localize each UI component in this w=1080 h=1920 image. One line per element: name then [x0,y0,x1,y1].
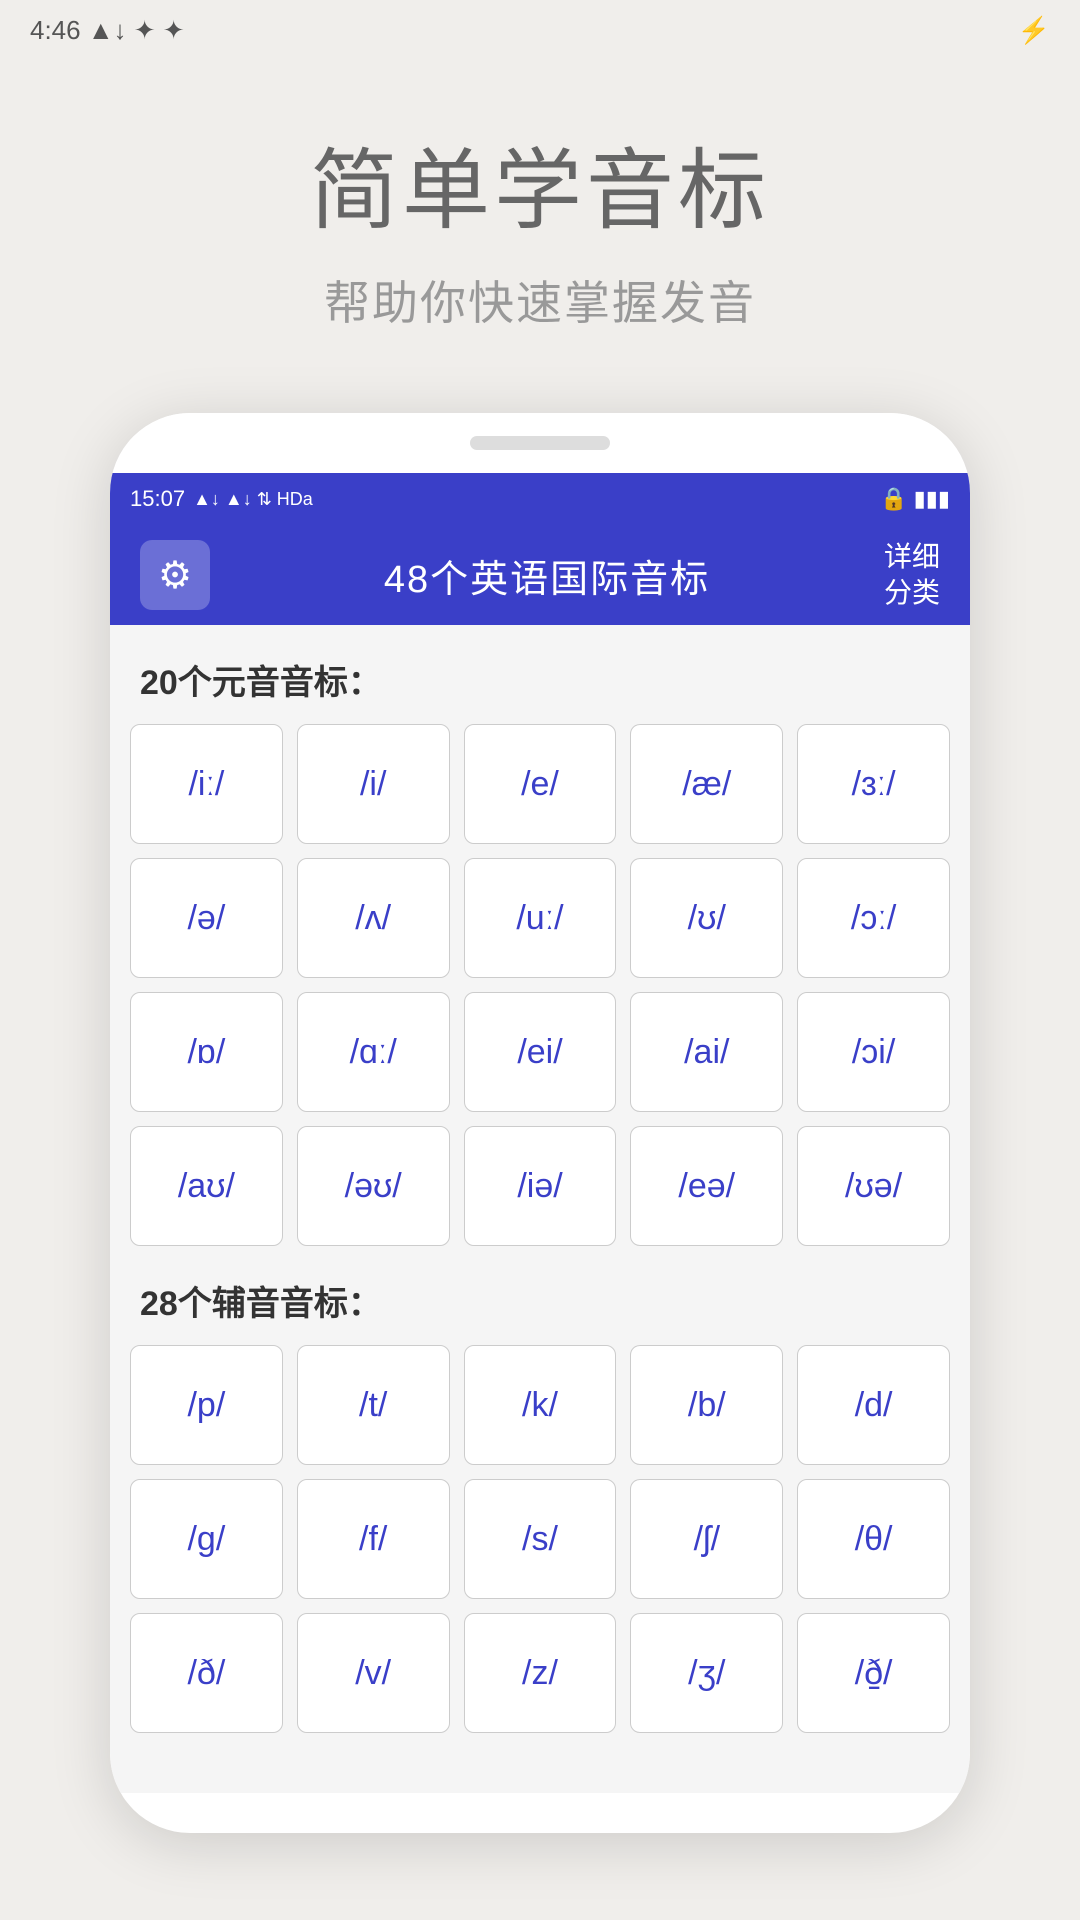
consonant-phonetic-btn[interactable]: /d/ [797,1345,950,1465]
app-status-icons: 🔒 ▮▮▮ [880,486,950,512]
phone-mockup: 15:07 ▲↓ ▲↓ ⇅ HDa 🔒 ▮▮▮ ⚙ 48个英语国际音标 详细 分… [110,413,970,1833]
consonant-section-title: 28个辅音音标： [130,1276,950,1325]
vowel-phonetic-btn[interactable]: /aʊ/ [130,1126,283,1246]
vowel-phonetic-btn[interactable]: /iə/ [464,1126,617,1246]
vowel-grid: /iː//i//e//æ//ɜː/ /ə//ʌ//uː//ʊ//ɔː/ /ɒ//ɑː… [130,724,950,1246]
vowel-phonetic-btn[interactable]: /ɔi/ [797,992,950,1112]
vowel-phonetic-btn[interactable]: /iː/ [130,724,283,844]
app-content: 20个元音音标： /iː//i//e//æ//ɜː//ə//ʌ//uː//ʊ//… [110,625,970,1793]
phone-top [110,413,970,473]
consonant-phonetic-btn[interactable]: /s/ [464,1479,617,1599]
consonant-phonetic-btn[interactable]: /ʒ/ [630,1613,783,1733]
consonant-phonetic-btn[interactable]: /ð/ [130,1613,283,1733]
vowel-phonetic-btn[interactable]: /ɔː/ [797,858,950,978]
vowel-phonetic-btn[interactable]: /eə/ [630,1126,783,1246]
vowel-phonetic-btn[interactable]: /ɜː/ [797,724,950,844]
vowel-phonetic-btn[interactable]: /æ/ [630,724,783,844]
vowel-phonetic-btn[interactable]: /əʊ/ [297,1126,450,1246]
app-status-bar: 15:07 ▲↓ ▲↓ ⇅ HDa 🔒 ▮▮▮ [110,473,970,525]
consonant-phonetic-btn[interactable]: /g/ [130,1479,283,1599]
app-main-title: 简单学音标 [310,120,770,247]
vowel-phonetic-btn[interactable]: /ɑː/ [297,992,450,1112]
vowel-phonetic-btn[interactable]: /ɒ/ [130,992,283,1112]
vowel-section-title: 20个元音音标： [130,655,950,704]
vowel-phonetic-btn[interactable]: /ai/ [630,992,783,1112]
phone-speaker [470,436,610,450]
vowel-phonetic-btn[interactable]: /ʌ/ [297,858,450,978]
consonant-phonetic-btn[interactable]: /v/ [297,1613,450,1733]
outer-status-left: 4:46 ▲↓ ✦ ✦ [30,15,185,46]
consonant-phonetic-btn[interactable]: /ʃ/ [630,1479,783,1599]
consonant-phonetic-btn[interactable]: /t/ [297,1345,450,1465]
consonant-phonetic-btn[interactable]: /z/ [464,1613,617,1733]
consonant-phonetic-btn[interactable]: /θ/ [797,1479,950,1599]
vowel-phonetic-btn[interactable]: /ʊ/ [630,858,783,978]
vowel-phonetic-btn[interactable]: /ə/ [130,858,283,978]
consonant-phonetic-btn[interactable]: /ð̠/ [797,1613,950,1733]
outer-status-bar: 4:46 ▲↓ ✦ ✦ ⚡ [0,0,1080,60]
consonant-phonetic-btn[interactable]: /f/ [297,1479,450,1599]
vowel-phonetic-btn[interactable]: /ʊə/ [797,1126,950,1246]
app-subtitle: 帮助你快速掌握发音 [310,267,770,333]
app-header: ⚙ 48个英语国际音标 详细 分类 [110,525,970,625]
consonant-phonetic-btn[interactable]: /b/ [630,1345,783,1465]
consonant-phonetic-btn[interactable]: /k/ [464,1345,617,1465]
gear-icon[interactable]: ⚙ [140,540,210,610]
consonant-phonetic-btn[interactable]: /p/ [130,1345,283,1465]
detail-classify-button[interactable]: 详细 分类 [884,539,940,612]
vowel-phonetic-btn[interactable]: /ei/ [464,992,617,1112]
outer-status-right: ⚡ [1018,15,1050,46]
app-title-section: 简单学音标 帮助你快速掌握发音 [310,120,770,333]
header-title: 48个英语国际音标 [384,548,710,603]
vowel-phonetic-btn[interactable]: /e/ [464,724,617,844]
vowel-phonetic-btn[interactable]: /i/ [297,724,450,844]
vowel-phonetic-btn[interactable]: /uː/ [464,858,617,978]
consonant-grid: /p//t//k//b//d//g//f//s//ʃ//θ//ð//v//z//… [130,1345,950,1733]
app-status-time: 15:07 ▲↓ ▲↓ ⇅ HDa [130,486,313,512]
